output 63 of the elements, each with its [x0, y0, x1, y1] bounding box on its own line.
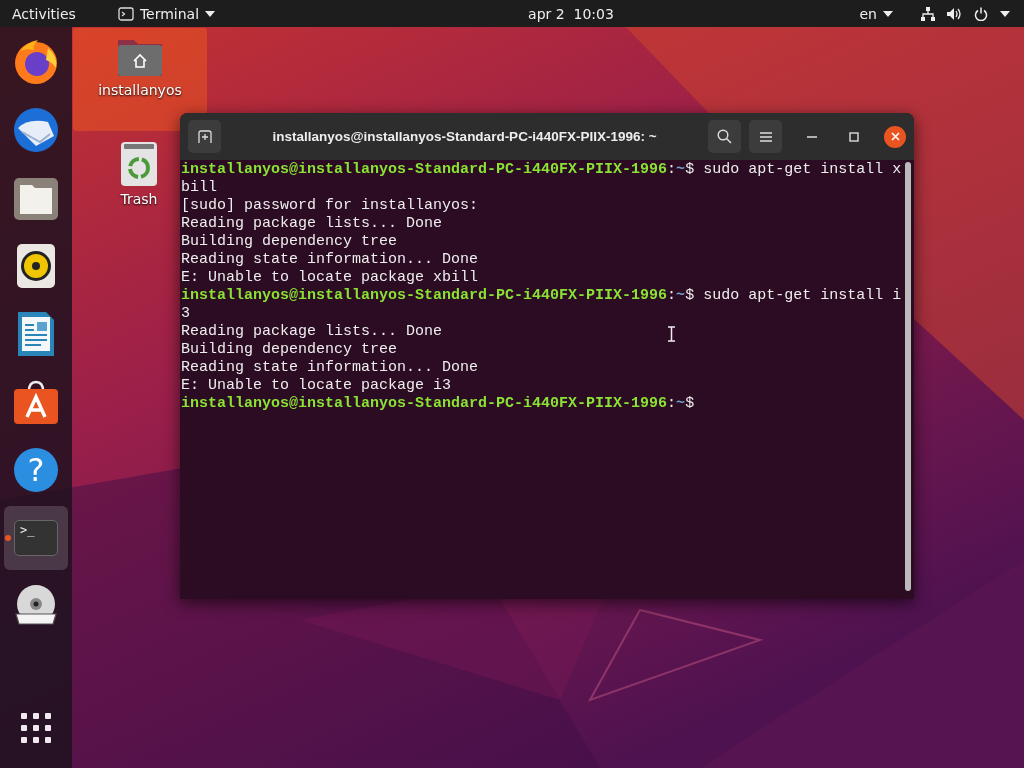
prompt-path: ~	[676, 161, 686, 178]
terminal-text: Reading package lists... Done	[181, 323, 443, 340]
desktop-icon[interactable]: Trash	[100, 133, 178, 236]
caret-icon	[883, 10, 893, 17]
new-tab-icon	[197, 129, 212, 144]
terminal-text: $	[685, 395, 695, 412]
terminal-text: 3	[181, 305, 190, 322]
app-menu[interactable]: Terminal	[109, 5, 224, 22]
fox-globe-icon	[12, 38, 60, 86]
terminal-icon: >_	[14, 520, 58, 556]
search-button[interactable]	[708, 120, 741, 153]
language-menu[interactable]: en	[851, 5, 901, 22]
menu-icon	[759, 131, 772, 142]
shopping-bag-icon	[13, 379, 59, 425]
terminal-icon	[117, 6, 134, 21]
trash-icon	[120, 141, 158, 187]
search-icon	[717, 129, 732, 144]
close-button[interactable]	[884, 125, 906, 148]
document-icon	[16, 311, 56, 357]
terminal-text: :	[667, 161, 677, 178]
scrollbar[interactable]	[905, 162, 911, 591]
caret-icon	[1000, 10, 1010, 17]
bird-envelope-icon	[12, 106, 60, 154]
folder-icon	[13, 175, 59, 221]
terminal-text: $ sudo apt-get install i	[685, 287, 902, 304]
terminal-text: Reading state information... Done	[181, 251, 479, 268]
terminal-text: :	[667, 395, 677, 412]
menu-button[interactable]	[749, 120, 782, 153]
terminal-text: $ sudo apt-get install x	[685, 161, 902, 178]
prompt-path: ~	[676, 395, 686, 412]
terminal-text: bill	[181, 179, 217, 196]
prompt-host: installanyos@installanyos-Standard-PC-i440FX-PIIX-1996	[181, 161, 668, 178]
terminal-text: [sudo] password for installanyos:	[181, 197, 479, 214]
icon-label: Trash	[120, 191, 158, 207]
speaker-icon	[16, 243, 56, 289]
terminal-text: Reading state information... Done	[181, 359, 479, 376]
new-tab-button[interactable]	[188, 120, 221, 153]
prompt-host: installanyos@installanyos-Standard-PC-i440FX-PIIX-1996	[181, 395, 668, 412]
disc-icon	[14, 584, 58, 628]
power-icon	[974, 6, 988, 21]
close-icon	[890, 132, 900, 141]
terminal-text: :	[667, 287, 677, 304]
terminal-text: Building dependency tree	[181, 341, 398, 358]
prompt-path: ~	[676, 287, 686, 304]
icon-label: installanyos	[98, 82, 182, 98]
clock[interactable]: apr 2 10:03	[520, 5, 622, 22]
terminal-text: Reading package lists... Done	[181, 215, 443, 232]
caret-icon	[205, 10, 216, 17]
minimize-icon	[807, 135, 817, 138]
help-icon: ?	[14, 448, 58, 492]
network-icon	[921, 6, 935, 21]
terminal-text: E: Unable to locate package xbill	[181, 269, 479, 286]
dock-item[interactable]: >_	[4, 506, 68, 570]
activities-button[interactable]: Activities	[4, 5, 84, 22]
prompt-host: installanyos@installanyos-Standard-PC-i440FX-PIIX-1996	[181, 287, 668, 304]
maximize-icon	[849, 131, 859, 142]
terminal-text: Building dependency tree	[181, 233, 398, 250]
terminal-text: E: Unable to locate package i3	[181, 377, 452, 394]
text-cursor-icon	[668, 326, 675, 342]
volume-icon	[947, 6, 962, 21]
window-title: installanyos@installanyos-Standard-PC-i440FX-PIIX-1996: ~	[271, 129, 658, 144]
app-grid-icon	[20, 712, 52, 744]
desktop-icon[interactable]: installanyos	[73, 28, 207, 131]
